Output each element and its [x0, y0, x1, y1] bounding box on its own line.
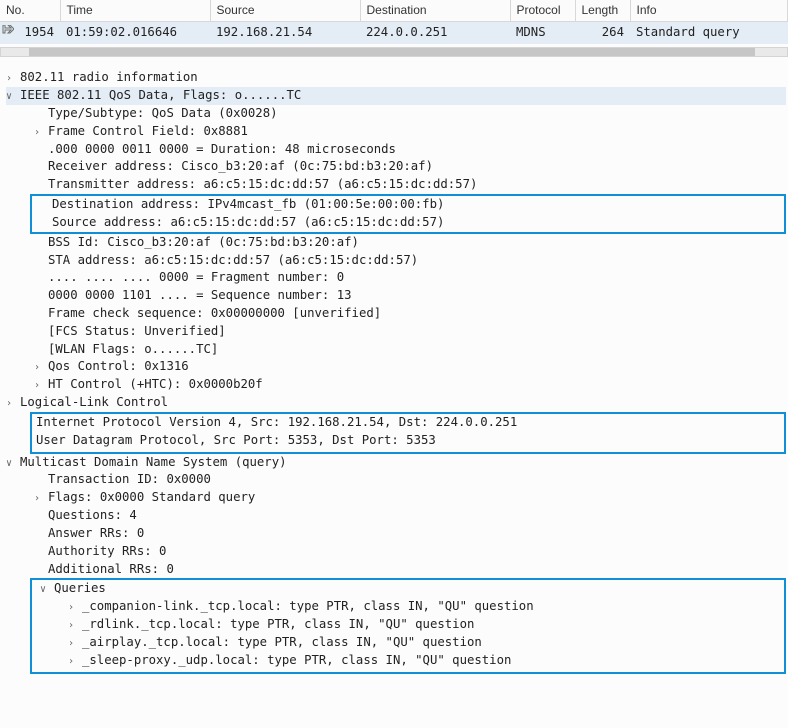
highlight-box-addresses: Destination address: IPv4mcast_fb (01:00… [30, 194, 786, 234]
tree-item-duration[interactable]: .000 0000 0011 0000 = Duration: 48 micro… [6, 141, 786, 159]
horizontal-scrollbar[interactable] [0, 47, 788, 57]
chevron-right-icon[interactable]: › [34, 379, 45, 394]
tree-item-fcf[interactable]: ›Frame Control Field: 0x8881 [6, 123, 786, 141]
tree-item-ht[interactable]: ›HT Control (+HTC): 0x0000b20f [6, 376, 786, 394]
tree-item-answers[interactable]: Answer RRs: 0 [6, 525, 786, 543]
col-proto[interactable]: Protocol [510, 0, 575, 22]
cell-no: 1954 [24, 25, 54, 39]
cell-time: 01:59:02.016646 [60, 22, 210, 44]
packet-details-tree: ›802.11 radio information ∨IEEE 802.11 Q… [0, 65, 788, 677]
tree-item-questions[interactable]: Questions: 4 [6, 507, 786, 525]
packet-list-table: No. Time Source Destination Protocol Len… [0, 0, 788, 44]
tree-item-destaddr[interactable]: Destination address: IPv4mcast_fb (01:00… [36, 196, 780, 214]
highlight-box-ip-udp: Internet Protocol Version 4, Src: 192.16… [30, 412, 786, 454]
tree-item-query-4[interactable]: ›_sleep-proxy._udp.local: type PTR, clas… [36, 652, 780, 670]
chevron-right-icon[interactable]: › [6, 72, 17, 87]
cell-dst: 224.0.0.251 [360, 22, 510, 44]
tree-item-flags[interactable]: ›Flags: 0x0000 Standard query [6, 489, 786, 507]
chevron-right-icon[interactable]: › [68, 601, 79, 616]
tree-item-seq[interactable]: 0000 0000 1101 .... = Sequence number: 1… [6, 287, 786, 305]
chevron-right-icon[interactable]: › [68, 637, 79, 652]
tree-item-fcs[interactable]: Frame check sequence: 0x00000000 [unveri… [6, 305, 786, 323]
tree-item-txid[interactable]: Transaction ID: 0x0000 [6, 471, 786, 489]
tree-item-queries[interactable]: ∨Queries [36, 580, 780, 598]
col-src[interactable]: Source [210, 0, 360, 22]
current-frame-icon [2, 25, 14, 35]
tree-item-query-2[interactable]: ›_rdlink._tcp.local: type PTR, class IN,… [36, 616, 780, 634]
tree-item-frag[interactable]: .... .... .... 0000 = Fragment number: 0 [6, 269, 786, 287]
tree-item-llc[interactable]: ›Logical-Link Control [6, 394, 786, 412]
cell-len: 264 [575, 22, 630, 44]
chevron-right-icon[interactable]: › [6, 397, 17, 412]
chevron-right-icon[interactable]: › [0, 431, 3, 446]
chevron-right-icon[interactable]: › [0, 413, 3, 428]
tree-item-query-3[interactable]: ›_airplay._tcp.local: type PTR, class IN… [36, 634, 780, 652]
chevron-down-icon[interactable]: ∨ [6, 457, 17, 472]
col-dst[interactable]: Destination [360, 0, 510, 22]
cell-proto: MDNS [510, 22, 575, 44]
tree-item-mdns[interactable]: ∨Multicast Domain Name System (query) [6, 454, 786, 472]
tree-item-radio[interactable]: ›802.11 radio information [6, 69, 786, 87]
tree-item-qos[interactable]: ›Qos Control: 0x1316 [6, 358, 786, 376]
tree-item-recv[interactable]: Receiver address: Cisco_b3:20:af (0c:75:… [6, 158, 786, 176]
col-time[interactable]: Time [60, 0, 210, 22]
tree-item-ieee[interactable]: ∨IEEE 802.11 QoS Data, Flags: o......TC [6, 87, 786, 105]
tree-item-trans[interactable]: Transmitter address: a6:c5:15:dc:dd:57 (… [6, 176, 786, 194]
col-len[interactable]: Length [575, 0, 630, 22]
tree-item-ipv4[interactable]: Internet Protocol Version 4, Src: 192.16… [36, 414, 780, 432]
tree-item-sta[interactable]: STA address: a6:c5:15:dc:dd:57 (a6:c5:15… [6, 252, 786, 270]
chevron-right-icon[interactable]: › [34, 361, 45, 376]
chevron-right-icon[interactable]: › [68, 655, 79, 670]
cell-info: Standard query [630, 22, 788, 44]
tree-item-udp[interactable]: User Datagram Protocol, Src Port: 5353, … [36, 432, 780, 450]
packet-row[interactable]: 1954 01:59:02.016646 192.168.21.54 224.0… [0, 22, 788, 44]
tree-item-wlanflags[interactable]: [WLAN Flags: o......TC] [6, 341, 786, 359]
col-no[interactable]: No. [0, 0, 60, 22]
tree-item-srcaddr[interactable]: Source address: a6:c5:15:dc:dd:57 (a6:c5… [36, 214, 780, 232]
tree-item-type[interactable]: Type/Subtype: QoS Data (0x0028) [6, 105, 786, 123]
chevron-down-icon[interactable]: ∨ [6, 90, 17, 105]
chevron-right-icon[interactable]: › [68, 619, 79, 634]
table-header-row: No. Time Source Destination Protocol Len… [0, 0, 788, 22]
cell-src: 192.168.21.54 [210, 22, 360, 44]
col-info[interactable]: Info [630, 0, 788, 22]
tree-item-authority[interactable]: Authority RRs: 0 [6, 543, 786, 561]
chevron-down-icon[interactable]: ∨ [40, 583, 51, 598]
chevron-right-icon[interactable]: › [34, 126, 45, 141]
tree-item-fcsstat[interactable]: [FCS Status: Unverified] [6, 323, 786, 341]
highlight-box-queries: ∨Queries ›_companion-link._tcp.local: ty… [30, 578, 786, 673]
chevron-right-icon[interactable]: › [34, 492, 45, 507]
tree-item-additional[interactable]: Additional RRs: 0 [6, 561, 786, 579]
scrollbar-thumb[interactable] [29, 48, 755, 56]
tree-item-bss[interactable]: BSS Id: Cisco_b3:20:af (0c:75:bd:b3:20:a… [6, 234, 786, 252]
tree-item-query-1[interactable]: ›_companion-link._tcp.local: type PTR, c… [36, 598, 780, 616]
